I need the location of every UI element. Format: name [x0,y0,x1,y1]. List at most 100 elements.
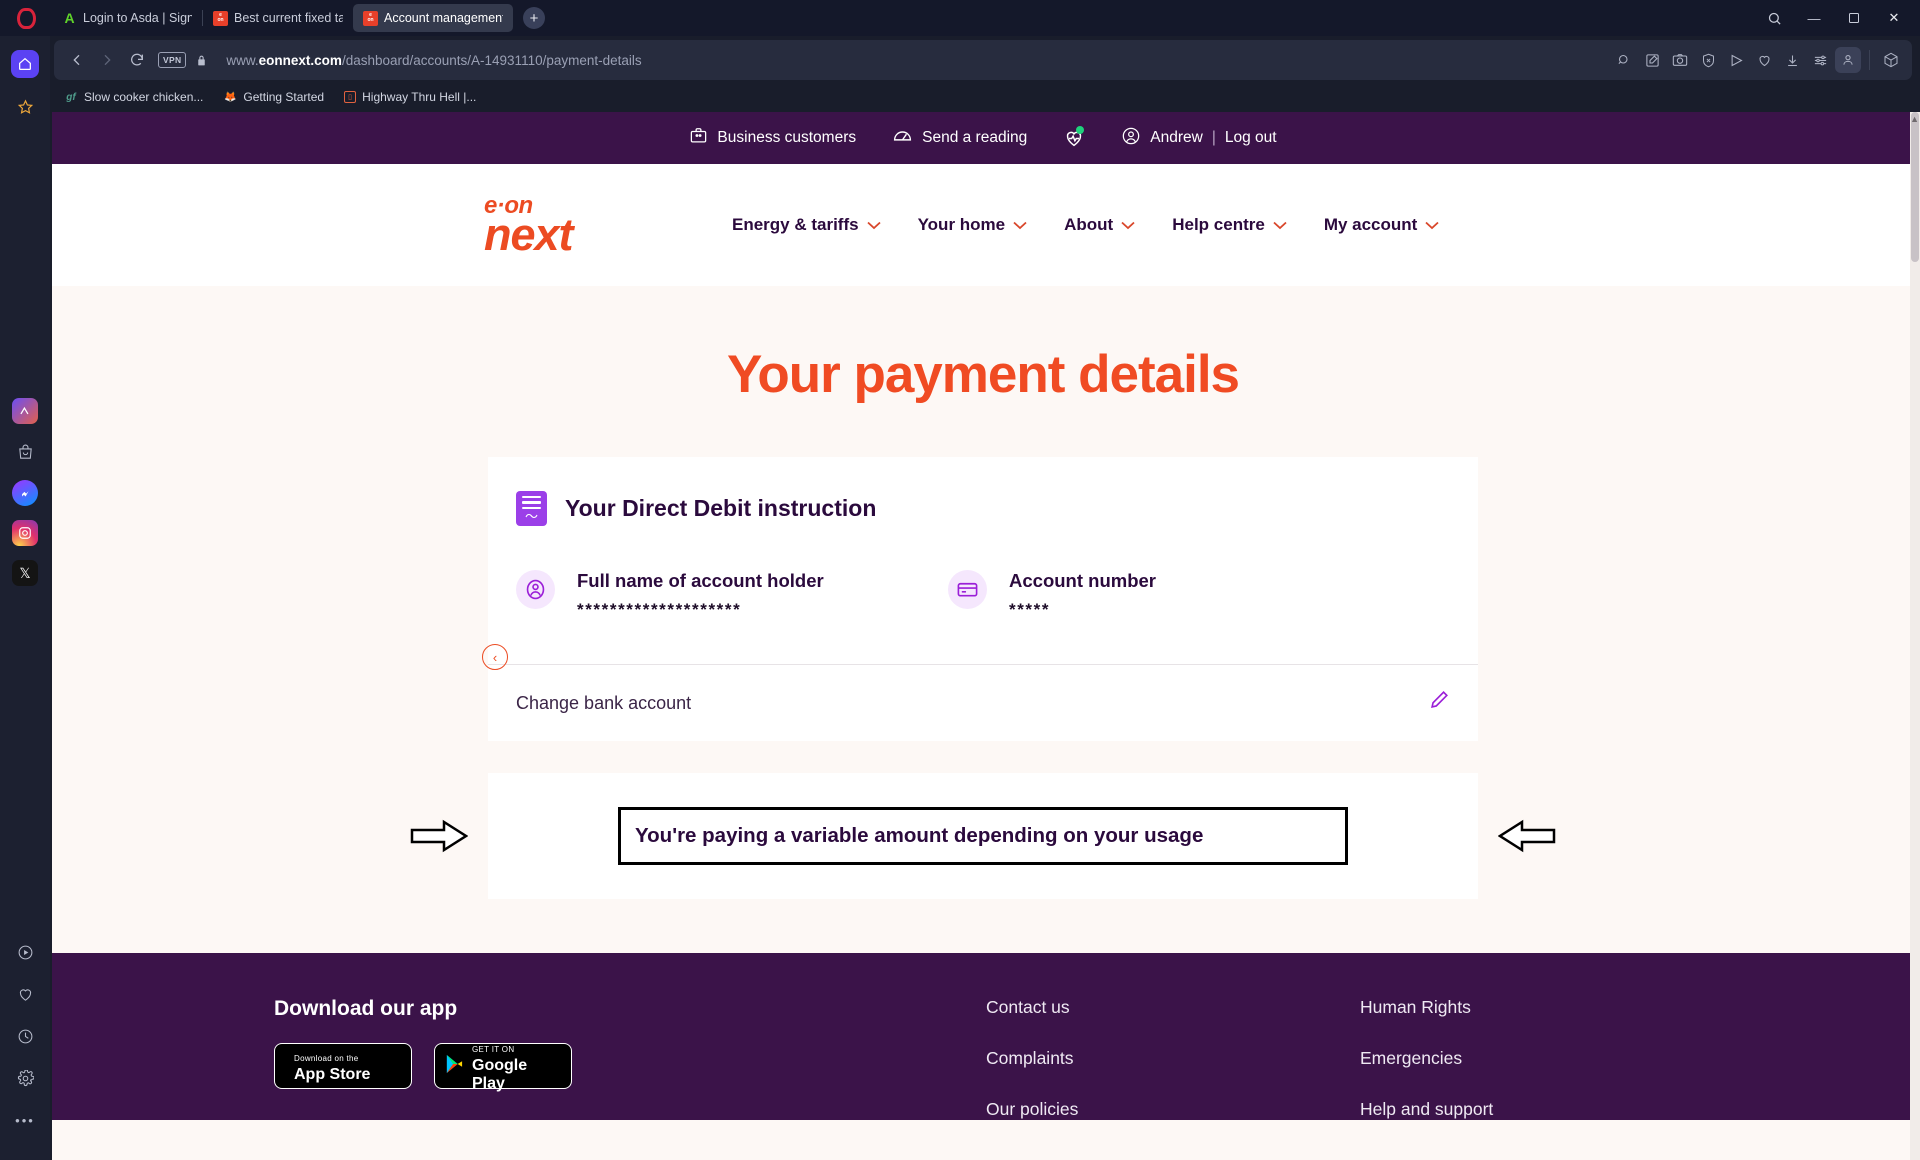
send-icon[interactable] [1723,47,1749,73]
browser-tab-active[interactable]: eon Account management | Pa [353,4,513,32]
field-value: ***** [1009,600,1051,619]
nav-item-energy-tariffs[interactable]: Energy & tariffs [732,215,881,235]
bookmark-item[interactable]: gf Slow cooker chicken... [64,90,203,104]
profile-icon[interactable] [1835,47,1861,73]
browser-tab[interactable]: eon Best current fixed tariffs? [203,4,353,32]
meter-icon [892,125,913,151]
settings-icon[interactable] [11,1064,39,1092]
browser-tab[interactable]: A Login to Asda | Sign in to [52,4,202,32]
goodfood-icon: gf [66,91,76,103]
instagram-icon[interactable] [12,520,38,546]
nav-item-your-home[interactable]: Your home [918,215,1028,235]
extensions-icon[interactable] [1878,47,1904,73]
content-area: 〜 Your Direct Debit instruction Full nam… [52,405,1914,899]
bookmark-label: Highway Thru Hell |... [362,90,477,104]
business-customers-label: Business customers [717,129,857,146]
bookmark-item[interactable]: ▯ Highway Thru Hell |... [344,90,476,104]
search-tabs-icon[interactable] [1754,2,1794,34]
nav-label: Help centre [1172,215,1265,234]
field-label: Account number [1009,570,1156,591]
direct-debit-icon: 〜 [516,491,547,526]
change-bank-account-label: Change bank account [516,692,692,713]
nav-label: Energy & tariffs [732,215,859,234]
browser-window: A Login to Asda | Sign in to eon Best cu… [0,0,1920,1160]
nav-label: About [1064,215,1114,234]
eonnext-icon: e on [363,10,378,26]
heart-icon[interactable] [1751,47,1777,73]
payment-note-box: You're paying a variable amount dependin… [618,807,1348,865]
app-store-big-label: App Store [294,1066,371,1083]
business-customers-link[interactable]: Business customers [689,126,856,150]
url-prefix: www. [226,52,259,68]
screenshot-icon[interactable] [1667,47,1693,73]
favourites-icon[interactable] [11,980,39,1008]
youtube-music-icon[interactable] [12,398,38,424]
more-icon[interactable]: ••• [11,1106,39,1134]
change-bank-account-row[interactable]: Change bank account [488,664,1478,741]
account-menu[interactable]: Andrew | Log out [1121,126,1277,151]
home-icon[interactable] [11,50,39,78]
close-button[interactable]: ✕ [1874,2,1914,34]
toolbar-divider [1869,50,1870,70]
logout-link[interactable]: Log out [1225,129,1277,147]
person-circle-icon [516,570,555,609]
site-main-nav: e·on next Energy & tariffs Your home Abo… [52,164,1914,286]
window-controls: — ✕ [1754,2,1920,34]
footer-column-2: Human Rights Emergencies Help and suppor… [1360,997,1734,1120]
app-store-small-label: Download on the [294,1054,359,1063]
tab-title: Account management | Pa [384,11,503,25]
page-scrollbar[interactable] [1910,112,1920,1160]
field-account-holder: Full name of account holder ************… [488,552,920,664]
google-play-small-label: GET IT ON [472,1045,515,1054]
google-play-button[interactable]: GET IT ON Google Play [434,1043,572,1092]
app-store-button[interactable]: Download on the App Store [274,1043,412,1089]
reload-button[interactable] [122,45,152,75]
scrollbar-thumb[interactable] [1911,112,1919,262]
padlock-icon[interactable] [186,45,216,75]
easy-setup-icon[interactable] [1807,47,1833,73]
maximize-button[interactable] [1834,2,1874,34]
page-title: Your payment details [726,345,1240,404]
scroll-up-arrow-icon[interactable]: ▲ [1910,114,1919,124]
logo-line-2: next [484,209,574,261]
back-button[interactable] [62,45,92,75]
annotation-wrapper: You're paying a variable amount dependin… [410,807,1556,865]
nav-label: My account [1323,215,1418,234]
nav-item-help-centre[interactable]: Help centre [1172,215,1287,235]
new-tab-button[interactable]: + [523,7,545,29]
url-text[interactable]: www.eonnext.com/dashboard/accounts/A-149… [226,53,641,68]
minimize-button[interactable]: — [1794,2,1834,34]
bookmark-item[interactable]: 🦊 Getting Started [223,90,324,104]
vpn-badge[interactable]: VPN [158,52,187,68]
x-icon[interactable]: 𝕏 [12,560,38,586]
history-icon[interactable] [11,1022,39,1050]
pulse-heart-icon[interactable] [1063,126,1085,149]
pencil-icon[interactable] [1428,689,1450,717]
forward-button[interactable] [92,45,122,75]
download-icon[interactable] [1779,47,1805,73]
player-icon[interactable] [11,938,39,966]
sidebar-rail: 𝕏 ••• [0,36,50,1160]
footer-link-emergencies[interactable]: Emergencies [1360,1048,1734,1069]
eon-next-logo[interactable]: e·on next [484,193,596,261]
footer-link-our-policies[interactable]: Our policies [986,1099,1360,1120]
footer-link-help-and-support[interactable]: Help and support [1360,1099,1734,1120]
footer-app-column: Download our app Download on the App Sto… [274,997,986,1120]
nav-item-about[interactable]: About [1064,215,1135,235]
nav-item-my-account[interactable]: My account [1324,215,1440,235]
bookmarks-bar: gf Slow cooker chicken... 🦊 Getting Star… [54,84,1912,110]
shopping-bag-icon[interactable] [11,438,39,466]
bookmark-icon[interactable] [11,92,39,120]
opera-logo[interactable] [0,0,52,36]
edit-note-icon[interactable] [1639,47,1665,73]
messenger-icon[interactable] [12,480,38,506]
back-link[interactable]: ‹ [482,644,508,670]
footer-link-complaints[interactable]: Complaints [986,1048,1360,1069]
footer-link-human-rights[interactable]: Human Rights [1360,997,1734,1018]
search-icon[interactable] [1611,47,1637,73]
shield-block-icon[interactable] [1695,47,1721,73]
payment-note-text: You're paying a variable amount dependin… [635,824,1204,847]
send-a-reading-link[interactable]: Send a reading [892,125,1027,151]
footer-link-contact-us[interactable]: Contact us [986,997,1360,1018]
page-hero: ‹ Your payment details [52,286,1914,670]
